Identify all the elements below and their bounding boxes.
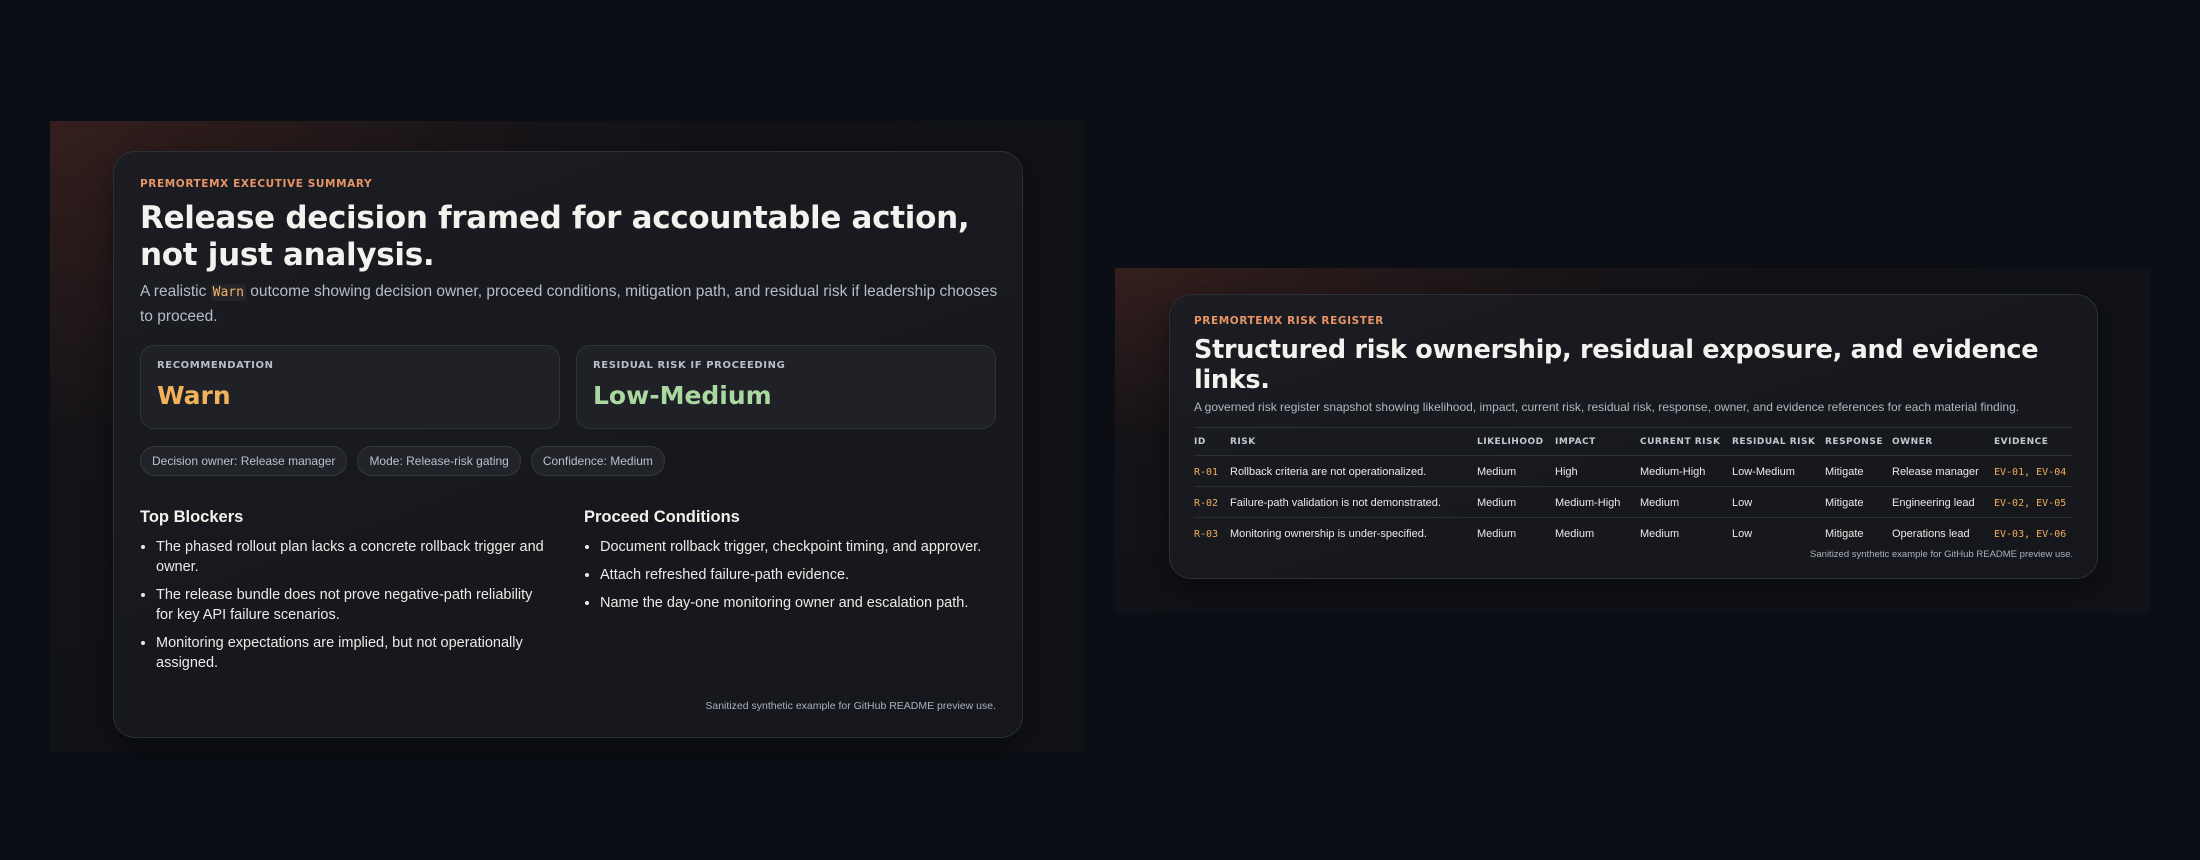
residual-risk-cell: Low <box>1732 528 1753 540</box>
register-footnote: Sanitized synthetic example for GitHub R… <box>1810 549 2073 560</box>
owner-cell: Engineering lead <box>1892 486 1994 518</box>
risk-description: Rollback criteria are not operationalize… <box>1230 455 1477 487</box>
subtitle-pre: A realistic <box>140 283 211 300</box>
register-subtitle: A governed risk register snapshot showin… <box>1194 400 2020 414</box>
register-title: Structured risk ownership, residual expo… <box>1194 335 2039 395</box>
current-risk-cell: Medium <box>1640 486 1732 518</box>
evidence-cell: EV-01, EV-04 <box>1994 455 2073 487</box>
col-impact: IMPACT <box>1555 427 1640 456</box>
risk-id: R-02 <box>1194 486 1230 518</box>
owner-cell: Operations lead <box>1892 528 1970 540</box>
conditions-heading: Proceed Conditions <box>584 508 740 526</box>
list-item: Name the day-one monitoring owner and es… <box>600 593 996 613</box>
register-eyebrow: PREMORTEMX RISK REGISTER <box>1194 315 1384 327</box>
likelihood-cell: Medium <box>1477 486 1555 518</box>
blockers-list: The phased rollout plan lacks a concrete… <box>140 537 552 673</box>
likelihood-cell: Medium <box>1477 528 1517 540</box>
risk-description: Monitoring ownership is under-specified. <box>1230 528 1427 540</box>
risk-id: R-01 <box>1194 455 1230 487</box>
risk-table: ID RISK LIKELIHOOD IMPACT CURRENT RISK R… <box>1194 427 2073 548</box>
summary-title: Release decision framed for accountable … <box>140 200 970 273</box>
list-item: The release bundle does not prove negati… <box>156 585 552 625</box>
current-risk-cell: Medium <box>1640 528 1680 540</box>
col-owner: OWNER <box>1892 427 1994 456</box>
evidence-cell: EV-03, EV-06 <box>1994 528 2067 540</box>
evidence-cell: EV-02, EV-05 <box>1994 486 2073 518</box>
blockers-heading: Top Blockers <box>140 508 244 526</box>
impact-cell: Medium-High <box>1555 486 1640 518</box>
summary-columns: Top Blockers The phased rollout plan lac… <box>140 508 996 681</box>
conditions-column: Proceed Conditions Document rollback tri… <box>584 508 996 681</box>
response-cell: Mitigate <box>1825 528 1864 540</box>
list-item: Attach refreshed failure-path evidence. <box>600 565 996 585</box>
executive-summary-card: PREMORTEMX EXECUTIVE SUMMARY Release dec… <box>113 151 1023 738</box>
decision-owner-pill: Decision owner: Release manager <box>140 446 348 476</box>
col-evidence: EVIDENCE <box>1994 427 2073 456</box>
current-risk-cell: Medium-High <box>1640 455 1732 487</box>
table-header-row: ID RISK LIKELIHOOD IMPACT CURRENT RISK R… <box>1194 427 2073 456</box>
stat-row: RECOMMENDATION Warn RESIDUAL RISK IF PRO… <box>140 345 996 429</box>
blockers-column: Top Blockers The phased rollout plan lac… <box>140 508 552 681</box>
residual-risk-cell: Low <box>1732 486 1825 518</box>
residual-risk-stat: RESIDUAL RISK IF PROCEEDING Low-Medium <box>576 345 996 429</box>
col-id: ID <box>1194 427 1230 456</box>
summary-footnote: Sanitized synthetic example for GitHub R… <box>705 700 996 712</box>
risk-id: R-03 <box>1194 528 1219 540</box>
conditions-list: Document rollback trigger, checkpoint ti… <box>584 537 996 613</box>
risk-register-card: PREMORTEMX RISK REGISTER Structured risk… <box>1169 294 2098 579</box>
col-response: RESPONSE <box>1825 427 1892 456</box>
impact-cell: High <box>1555 455 1640 487</box>
subtitle-post: outcome showing decision owner, proceed … <box>140 283 998 325</box>
response-cell: Mitigate <box>1825 486 1892 518</box>
summary-subtitle: A realistic Warn outcome showing decisio… <box>140 280 1000 329</box>
table-row: R-03 Monitoring ownership is under-speci… <box>1194 518 2073 549</box>
list-item: Document rollback trigger, checkpoint ti… <box>600 537 996 557</box>
risk-description: Failure-path validation is not demonstra… <box>1230 486 1477 518</box>
residual-risk-cell: Low-Medium <box>1732 455 1825 487</box>
likelihood-cell: Medium <box>1477 455 1555 487</box>
recommendation-stat: RECOMMENDATION Warn <box>140 345 560 429</box>
residual-risk-value: Low-Medium <box>593 381 772 410</box>
confidence-pill: Confidence: Medium <box>530 446 665 476</box>
list-item: Monitoring expectations are implied, but… <box>156 633 552 673</box>
recommendation-value: Warn <box>157 381 231 410</box>
pill-row: Decision owner: Release manager Mode: Re… <box>140 446 996 476</box>
col-current-risk: CURRENT RISK <box>1640 427 1732 456</box>
list-item: The phased rollout plan lacks a concrete… <box>156 537 552 577</box>
subtitle-code: Warn <box>210 284 246 301</box>
residual-risk-label: RESIDUAL RISK IF PROCEEDING <box>593 360 786 371</box>
response-cell: Mitigate <box>1825 455 1892 487</box>
table-row: R-02 Failure-path validation is not demo… <box>1194 486 2073 518</box>
recommendation-label: RECOMMENDATION <box>157 360 274 371</box>
mode-pill: Mode: Release-risk gating <box>357 446 521 476</box>
table-row: R-01 Rollback criteria are not operation… <box>1194 455 2073 487</box>
col-likelihood: LIKELIHOOD <box>1477 427 1555 456</box>
impact-cell: Medium <box>1555 528 1595 540</box>
col-risk: RISK <box>1230 427 1477 456</box>
col-residual-risk: RESIDUAL RISK <box>1732 427 1825 456</box>
owner-cell: Release manager <box>1892 455 1994 487</box>
summary-eyebrow: PREMORTEMX EXECUTIVE SUMMARY <box>140 178 373 190</box>
